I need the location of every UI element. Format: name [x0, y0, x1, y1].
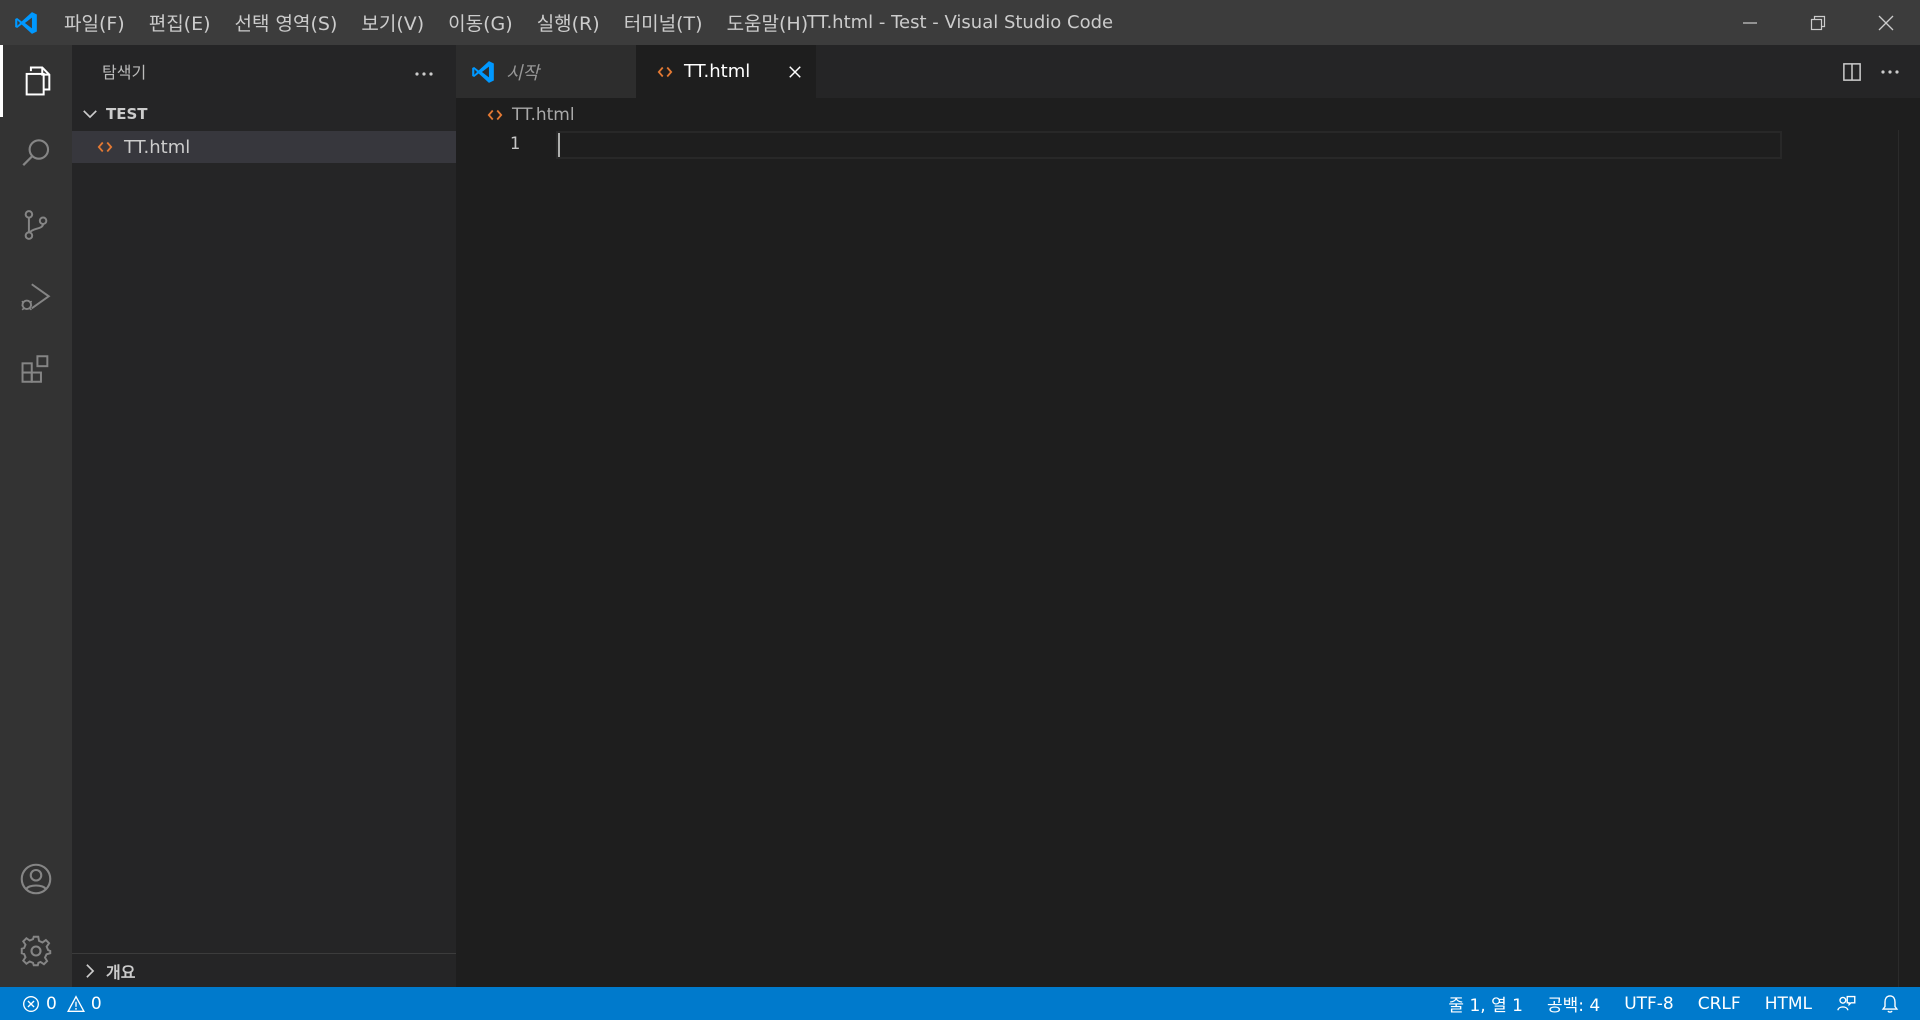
activity-bar — [0, 45, 72, 987]
folder-header-test[interactable]: TEST — [72, 97, 456, 131]
text-cursor — [558, 133, 560, 157]
encoding[interactable]: UTF-8 — [1612, 987, 1686, 1020]
end-of-line[interactable]: CRLF — [1686, 987, 1753, 1020]
problems-status[interactable]: 0 0 — [0, 994, 102, 1014]
explorer-icon — [25, 66, 50, 96]
activity-explorer[interactable] — [0, 45, 72, 117]
error-icon — [23, 995, 39, 1012]
chevron-right-icon — [86, 963, 95, 978]
explorer-sidebar: 탐색기 TEST TT.html 개요 — [72, 45, 456, 987]
activity-manage[interactable] — [0, 915, 72, 987]
notifications-button[interactable] — [1868, 987, 1920, 1020]
menu-help[interactable]: 도움말(H) — [715, 0, 821, 45]
menu-edit[interactable]: 편집(E) — [137, 0, 223, 45]
feedback-button[interactable] — [1824, 987, 1868, 1020]
activity-extensions[interactable] — [0, 333, 72, 405]
editor-more-actions-button[interactable] — [1880, 69, 1900, 75]
close-icon — [1878, 15, 1894, 30]
menu-terminal[interactable]: 터미널(T) — [612, 0, 715, 45]
html-file-icon — [657, 66, 673, 77]
title-bar: 파일(F) 편집(E) 선택 영역(S) 보기(V) 이동(G) 실행(R) 터… — [0, 0, 1920, 45]
outline-section-header[interactable]: 개요 — [72, 953, 456, 987]
menu-selection[interactable]: 선택 영역(S) — [223, 0, 350, 45]
warning-count: 0 — [90, 993, 102, 1014]
current-line-highlight — [556, 131, 1782, 159]
chevron-down-icon — [83, 110, 97, 119]
minimize-icon — [1743, 21, 1757, 24]
sidebar-title: 탐색기 — [102, 63, 147, 82]
file-name: TT.html — [124, 136, 191, 158]
close-icon — [789, 65, 801, 78]
manage-gear-icon — [20, 935, 52, 967]
source-control-icon — [24, 210, 48, 240]
account-icon — [20, 863, 52, 895]
ellipsis-icon — [415, 71, 433, 76]
editor-tab-bar: 시작 TT.html — [456, 45, 1920, 98]
window-controls — [1716, 0, 1920, 45]
activity-run-debug[interactable] — [0, 261, 72, 333]
tab-label: 시작 — [506, 62, 540, 84]
more-actions-button[interactable] — [414, 62, 434, 81]
tab-tt-html[interactable]: TT.html — [636, 45, 816, 98]
breadcrumb[interactable]: TT.html — [486, 100, 575, 130]
menu-file[interactable]: 파일(F) — [52, 0, 137, 45]
ellipsis-icon — [1881, 69, 1899, 74]
tab-welcome[interactable]: 시작 — [456, 45, 636, 98]
folder-name: TEST — [106, 105, 148, 123]
menu-run[interactable]: 실행(R) — [525, 0, 612, 45]
restore-icon — [1810, 15, 1826, 30]
activity-source-control[interactable] — [0, 189, 72, 261]
sidebar-header: 탐색기 — [72, 45, 456, 97]
tab-actions — [1842, 45, 1900, 98]
minimize-button[interactable] — [1716, 0, 1784, 45]
menu-go[interactable]: 이동(G) — [436, 0, 525, 45]
warning-icon — [66, 994, 85, 1012]
extensions-icon — [21, 355, 49, 383]
split-editor-button[interactable] — [1842, 62, 1862, 82]
line-number: 1 — [509, 134, 520, 154]
cursor-position[interactable]: 줄 1, 열 1 — [1436, 987, 1535, 1020]
language-mode[interactable]: HTML — [1753, 987, 1824, 1020]
code-editor[interactable]: 1 — [456, 130, 1920, 987]
vscode-logo-icon — [0, 0, 52, 45]
outline-label: 개요 — [106, 962, 136, 982]
indentation[interactable]: 공백: 4 — [1535, 987, 1612, 1020]
html-file-icon — [97, 141, 113, 153]
menu-bar: 파일(F) 편집(E) 선택 영역(S) 보기(V) 이동(G) 실행(R) 터… — [52, 0, 820, 45]
vscode-logo-icon — [472, 60, 494, 83]
run-debug-icon — [21, 283, 51, 311]
feedback-icon — [1837, 995, 1856, 1010]
search-icon — [22, 139, 50, 166]
activity-accounts[interactable] — [0, 843, 72, 915]
bell-icon — [1881, 994, 1899, 1013]
breadcrumb-file[interactable]: TT.html — [512, 105, 575, 125]
split-editor-icon — [1843, 62, 1861, 81]
tab-label: TT.html — [684, 61, 751, 82]
html-file-icon — [487, 109, 503, 121]
vertical-scrollbar[interactable] — [1898, 130, 1920, 987]
file-item-tt-html[interactable]: TT.html — [72, 131, 456, 163]
status-bar: 0 0 줄 1, 열 1 공백: 4 UTF-8 CRLF HTML — [0, 987, 1920, 1020]
activity-search[interactable] — [0, 117, 72, 189]
close-window-button[interactable] — [1852, 0, 1920, 45]
restore-button[interactable] — [1784, 0, 1852, 45]
menu-view[interactable]: 보기(V) — [349, 0, 436, 45]
error-count: 0 — [46, 993, 57, 1014]
tab-close-button[interactable] — [788, 65, 802, 79]
status-right: 줄 1, 열 1 공백: 4 UTF-8 CRLF HTML — [1436, 987, 1920, 1020]
